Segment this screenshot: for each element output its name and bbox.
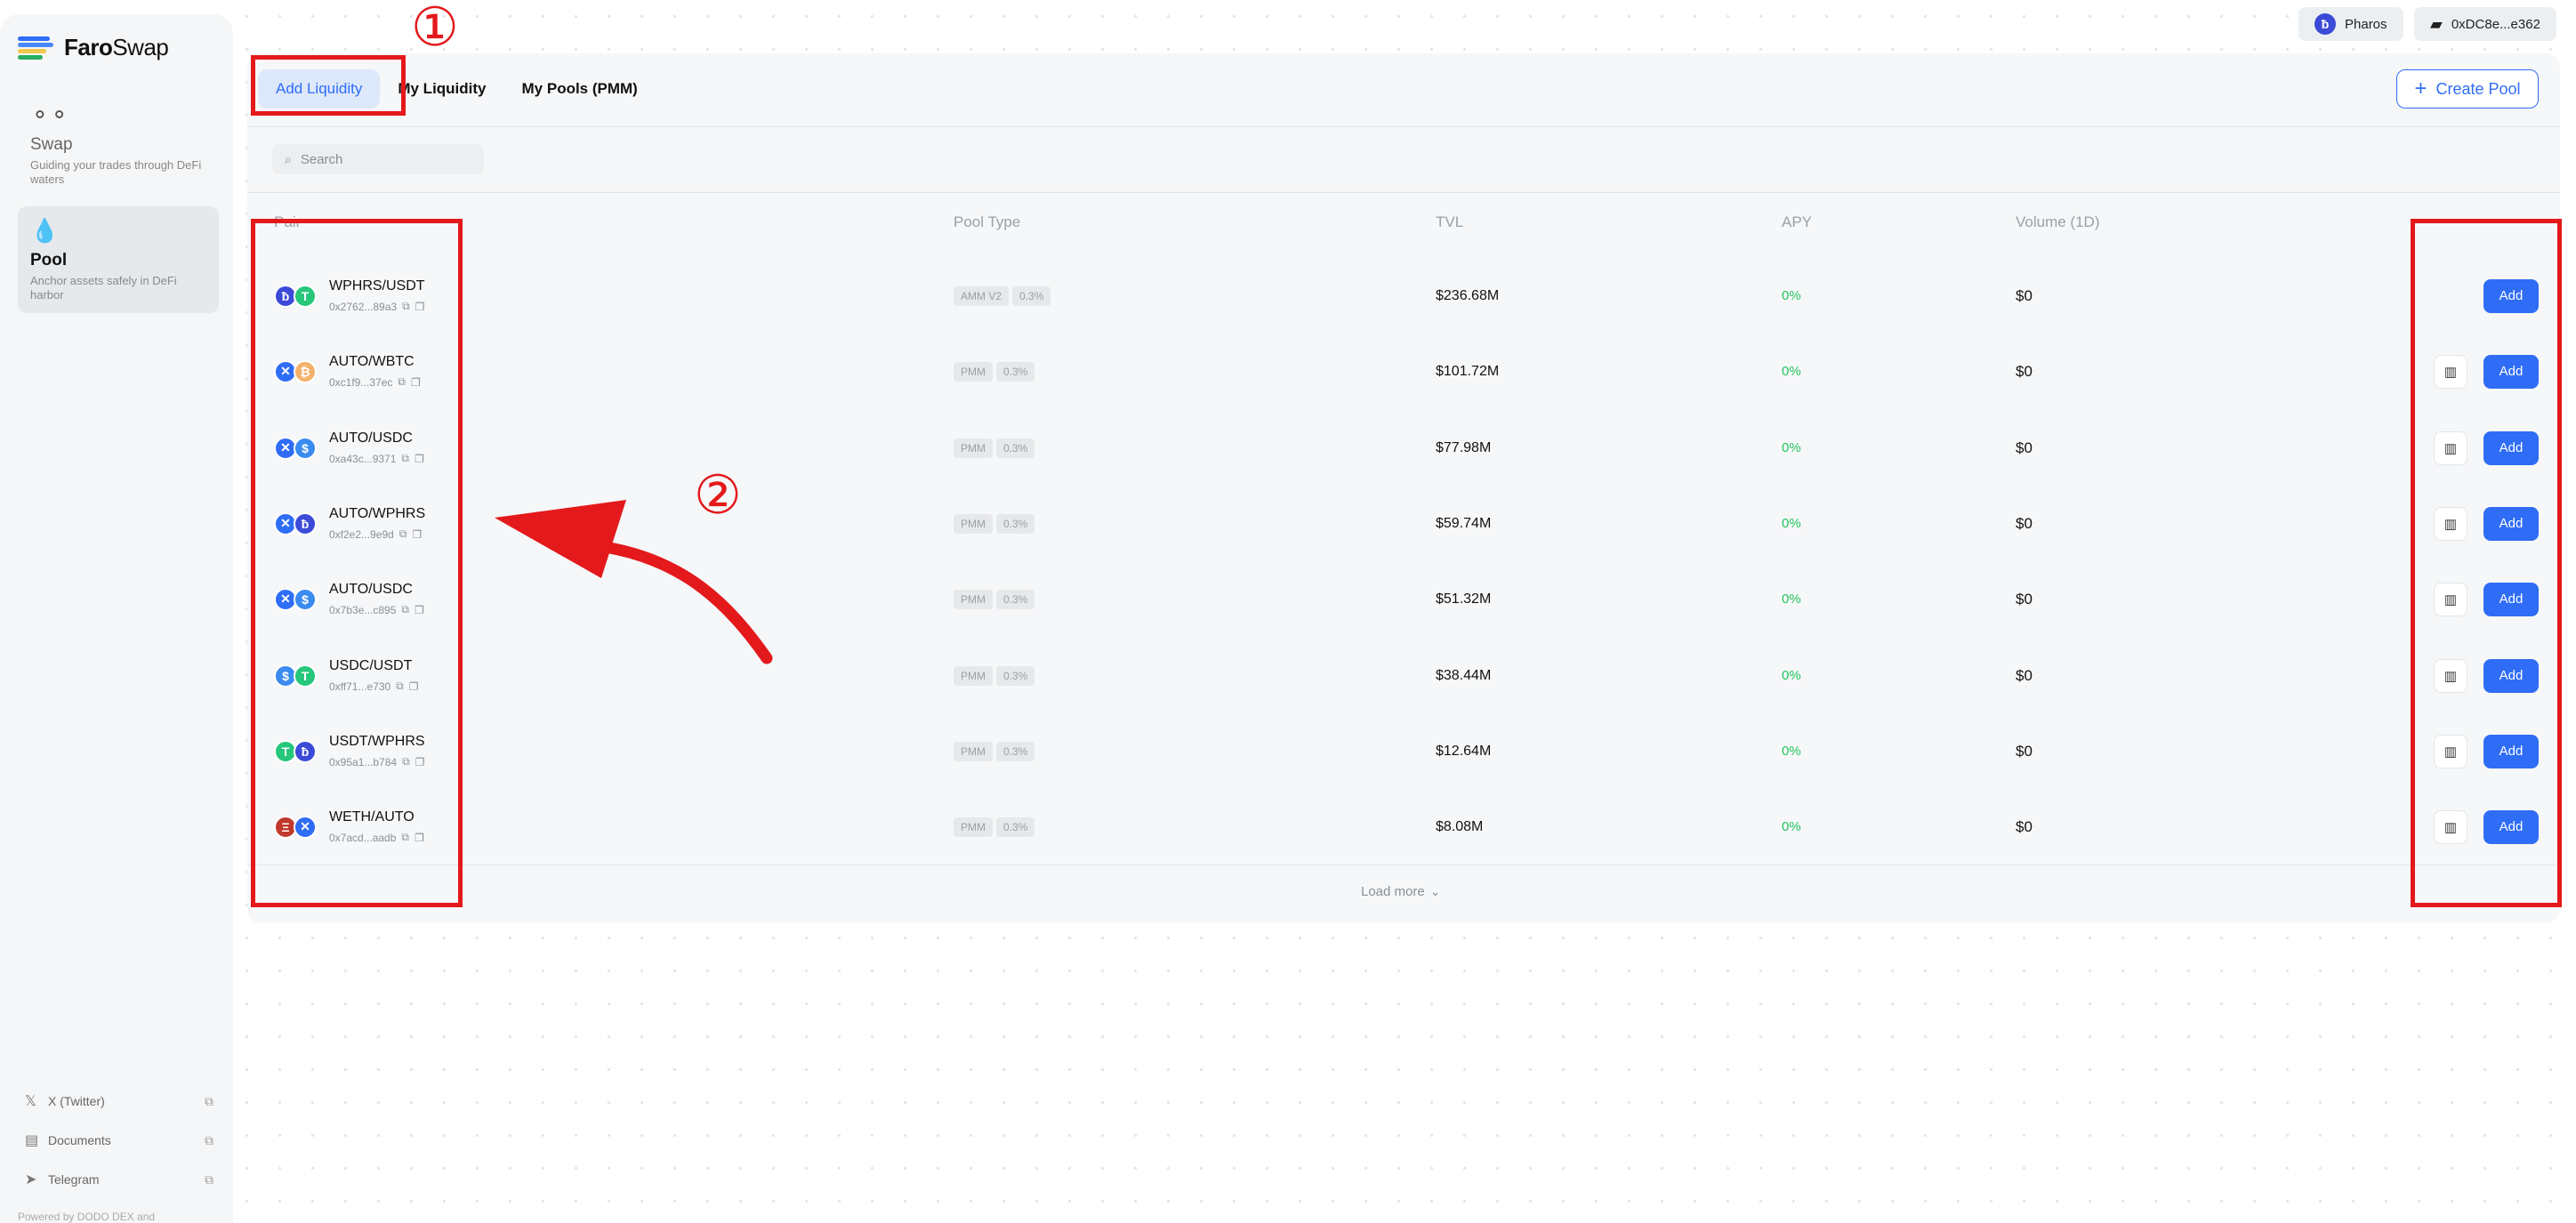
annotation-arrow xyxy=(495,500,773,664)
